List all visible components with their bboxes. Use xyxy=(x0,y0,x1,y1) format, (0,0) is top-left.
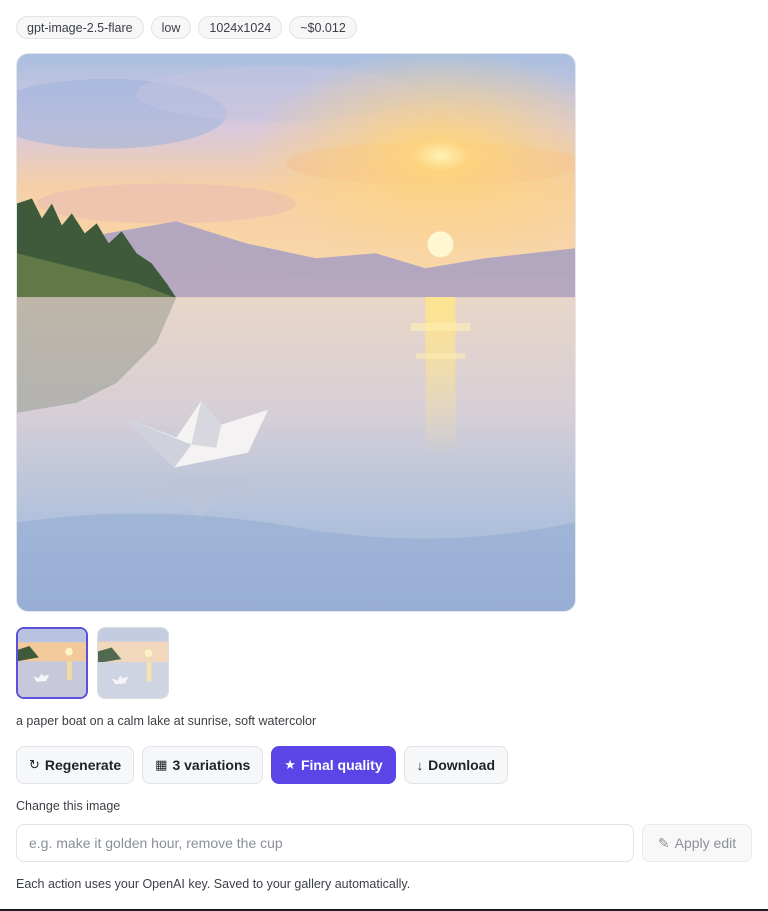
download-button[interactable]: ↓ Download xyxy=(403,746,509,784)
apply-edit-label: Apply edit xyxy=(674,835,737,851)
regenerate-button[interactable]: ↻ Regenerate xyxy=(16,746,135,784)
apply-edit-button[interactable]: ✎ Apply edit xyxy=(642,824,752,862)
image-caption: a paper boat on a calm lake at sunrise, … xyxy=(16,714,317,728)
action-bar: ↻ Regenerate ▦ 3 variations ★ Final qual… xyxy=(16,746,509,784)
edit-label: Change this image xyxy=(16,799,121,813)
variations-button[interactable]: ▦ 3 variations xyxy=(142,746,264,784)
watercolor-lake-image xyxy=(17,54,575,611)
thumbnail-1-image xyxy=(18,629,86,697)
thumbnail-2-image xyxy=(98,628,168,698)
variations-label: 3 variations xyxy=(172,757,251,773)
star-icon: ★ xyxy=(284,757,296,772)
footer-note: Each action uses your OpenAI key. Saved … xyxy=(16,877,411,891)
arrow-down-icon: ↓ xyxy=(416,757,424,773)
grid-icon: ▦ xyxy=(155,757,168,772)
thumbnail-2[interactable] xyxy=(97,627,169,699)
download-label: Download xyxy=(428,757,496,773)
thumbnail-1[interactable] xyxy=(16,627,88,699)
thumbnail-strip xyxy=(16,627,169,699)
tag-list: gpt-image-2.5-flare low 1024x1024 ~$0.01… xyxy=(16,16,357,39)
generated-image[interactable] xyxy=(16,53,576,612)
final-quality-button[interactable]: ★ Final quality xyxy=(271,746,396,784)
refresh-icon: ↻ xyxy=(29,757,40,772)
final-quality-label: Final quality xyxy=(300,757,383,773)
regenerate-label: Regenerate xyxy=(44,757,122,773)
quality-tag: low xyxy=(150,16,192,39)
model-tag: gpt-image-2.5-flare xyxy=(16,16,144,39)
pencil-icon: ✎ xyxy=(657,834,670,851)
edit-input[interactable] xyxy=(16,824,634,862)
size-tag: 1024x1024 xyxy=(198,16,283,39)
cost-tag: ~$0.012 xyxy=(289,16,357,39)
